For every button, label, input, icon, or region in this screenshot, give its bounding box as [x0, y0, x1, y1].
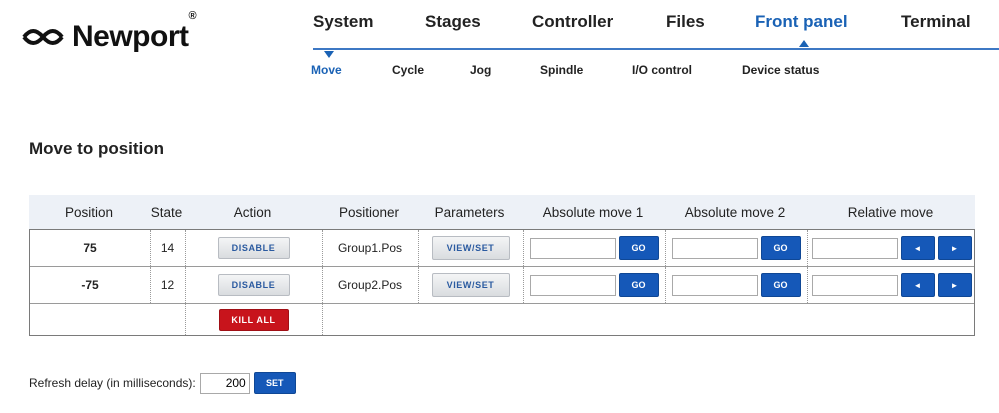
positioner-name: Group1.Pos [337, 241, 403, 255]
absolute-move-2-input[interactable] [671, 237, 758, 259]
subtab-device-status[interactable]: Device status [742, 63, 819, 77]
position-value: -75 [81, 278, 99, 292]
move-right-icon[interactable]: ► [937, 236, 972, 260]
view-set-button[interactable]: VIEW/SET [431, 236, 510, 260]
tab-files[interactable]: Files [666, 12, 705, 32]
absolute-move-1-go-button[interactable]: GO [618, 273, 659, 297]
main-nav: System Stages Controller Files Front pan… [313, 12, 999, 50]
subtab-io-control[interactable]: I/O control [632, 63, 692, 77]
absolute-move-2-go-button[interactable]: GO [760, 236, 801, 260]
absolute-move-2-input[interactable] [671, 274, 758, 296]
tab-system[interactable]: System [313, 12, 373, 32]
subtab-spindle[interactable]: Spindle [540, 63, 583, 77]
active-subtab-caret-icon [324, 51, 334, 58]
page-title: Move to position [29, 139, 165, 158]
kill-all-button[interactable]: KILL ALL [218, 308, 289, 331]
tab-stages[interactable]: Stages [425, 12, 481, 32]
refresh-delay-label: Refresh delay (in milliseconds): [29, 376, 196, 390]
table-row: 75 14 DISABLE Group1.Pos VIEW/SET GO GO … [30, 230, 974, 267]
header-state: State [150, 205, 183, 220]
header-parameters: Parameters [434, 205, 505, 220]
subtab-move[interactable]: Move [311, 63, 342, 77]
header-absolute-move-1: Absolute move 1 [542, 205, 644, 220]
relative-move-input[interactable] [811, 274, 898, 296]
position-value: 75 [83, 241, 97, 255]
header-absolute-move-2: Absolute move 2 [684, 205, 786, 220]
absolute-move-1-go-button[interactable]: GO [618, 236, 659, 260]
header-relative-move: Relative move [847, 205, 934, 220]
header-action: Action [233, 205, 272, 220]
disable-button[interactable]: DISABLE [217, 274, 290, 296]
relative-move-input[interactable] [811, 237, 898, 259]
refresh-delay-control: Refresh delay (in milliseconds): SET [29, 372, 296, 394]
state-value: 12 [160, 278, 175, 292]
positioner-name: Group2.Pos [337, 278, 403, 292]
view-set-button[interactable]: VIEW/SET [431, 273, 510, 297]
move-left-icon[interactable]: ◄ [900, 236, 935, 260]
header-position: Position [64, 205, 114, 220]
table-header: Position State Action Positioner Paramet… [29, 195, 975, 229]
absolute-move-2-go-button[interactable]: GO [760, 273, 801, 297]
newport-logo-icon [22, 29, 64, 45]
tab-terminal[interactable]: Terminal [901, 12, 971, 32]
refresh-delay-input[interactable] [199, 372, 250, 394]
set-refresh-button[interactable]: SET [253, 372, 296, 394]
table-row: -75 12 DISABLE Group2.Pos VIEW/SET GO GO… [30, 267, 974, 304]
move-right-icon[interactable]: ► [937, 273, 972, 297]
tab-front-panel[interactable]: Front panel [755, 12, 848, 32]
logo-text: Newport® [72, 10, 197, 53]
subtab-cycle[interactable]: Cycle [392, 63, 424, 77]
tab-controller[interactable]: Controller [532, 12, 613, 32]
move-left-icon[interactable]: ◄ [900, 273, 935, 297]
nav-divider [313, 48, 999, 50]
state-value: 14 [160, 241, 175, 255]
absolute-move-1-input[interactable] [529, 237, 616, 259]
disable-button[interactable]: DISABLE [217, 237, 290, 259]
subtab-jog[interactable]: Jog [470, 63, 491, 77]
newport-logo: Newport® [20, 10, 197, 54]
table-row: KILL ALL [30, 304, 974, 335]
table-body: 75 14 DISABLE Group1.Pos VIEW/SET GO GO … [29, 229, 975, 336]
positioner-table: Position State Action Positioner Paramet… [29, 195, 975, 336]
header-positioner: Positioner [338, 205, 400, 220]
absolute-move-1-input[interactable] [529, 274, 616, 296]
active-tab-caret-icon [799, 40, 809, 47]
